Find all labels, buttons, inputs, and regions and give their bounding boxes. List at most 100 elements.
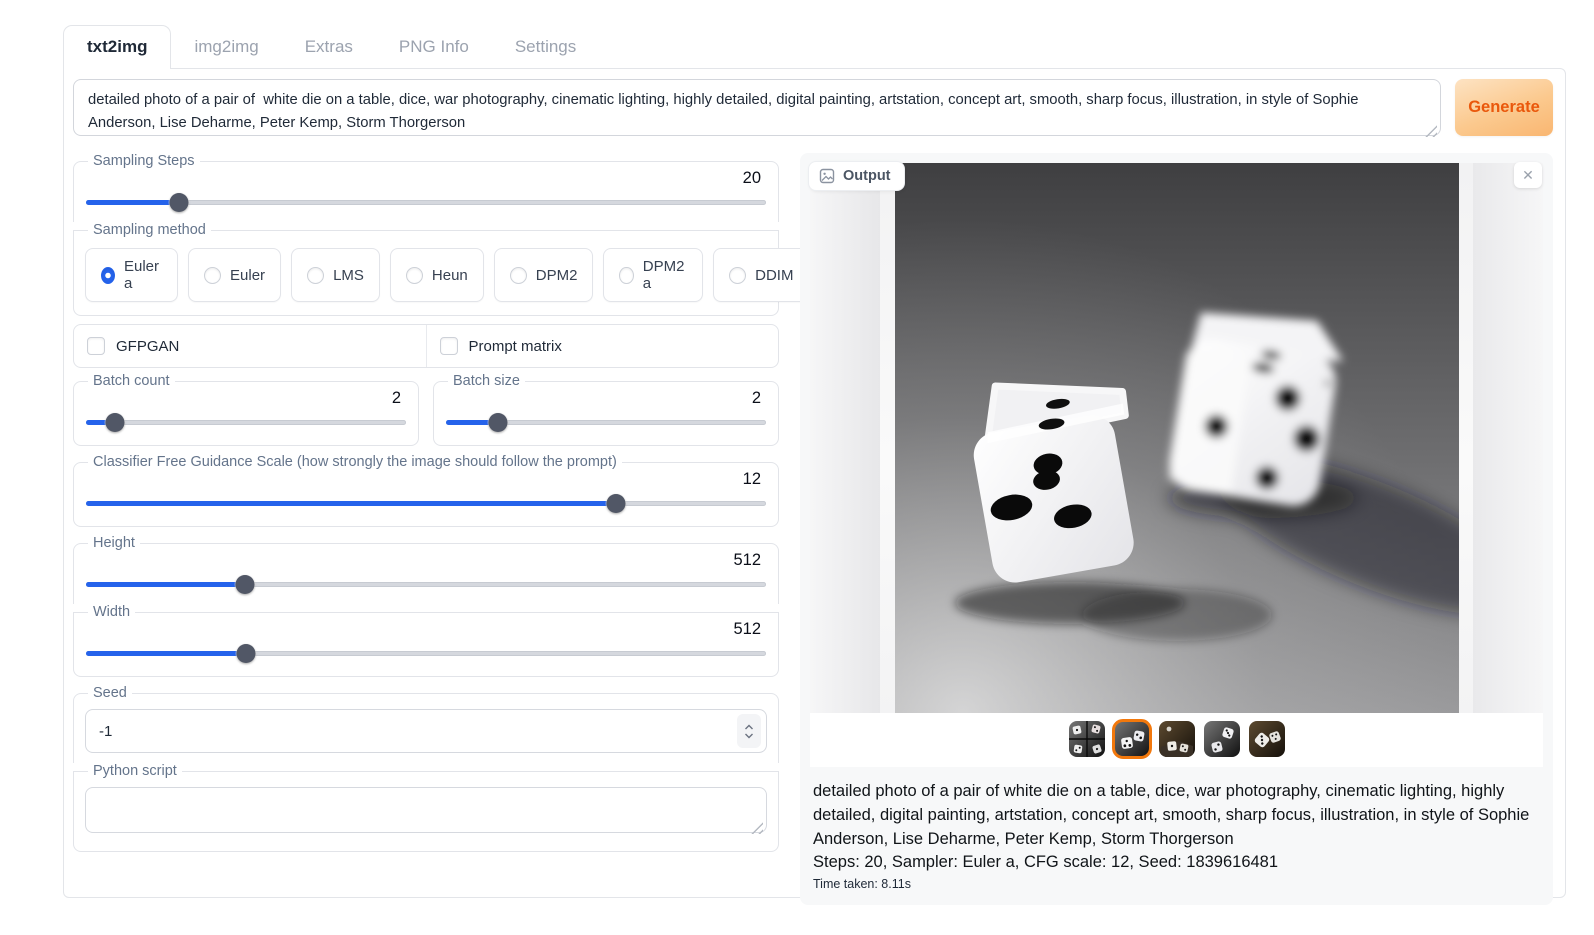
python-script-label: Python script <box>88 763 182 779</box>
slider-knob[interactable] <box>236 644 255 663</box>
sampling-method-options: Euler a Euler LMS <box>85 248 767 302</box>
batch-size-slider[interactable] <box>446 412 766 432</box>
radio-dot-icon <box>204 267 221 284</box>
slider-knob[interactable] <box>489 413 508 432</box>
seed-input[interactable] <box>85 709 767 753</box>
radio-dot-icon <box>406 267 423 284</box>
cfg-label: Classifier Free Guidance Scale (how stro… <box>88 454 622 470</box>
radio-dot-icon <box>307 267 324 284</box>
radio-lms[interactable]: LMS <box>291 248 380 302</box>
image-icon <box>819 168 835 184</box>
options-group: GFPGAN Prompt matrix Batch count 2 <box>73 324 779 446</box>
image-stage <box>810 163 1543 713</box>
width-label: Width <box>88 604 135 620</box>
prompt-input[interactable]: detailed photo of a pair of white die on… <box>73 79 1441 136</box>
radio-label: Euler a <box>124 258 162 292</box>
thumbnail-2-selected[interactable] <box>1114 721 1150 757</box>
radio-dpm2-a[interactable]: DPM2 a <box>603 248 703 302</box>
prompt-matrix-checkbox[interactable] <box>440 337 458 355</box>
top-tab-bar: txt2img img2img Extras PNG Info Settings <box>63 25 1594 68</box>
gfpgan-checkbox[interactable] <box>87 337 105 355</box>
thumbnail-3[interactable] <box>1159 721 1195 757</box>
slider-knob[interactable] <box>170 193 189 212</box>
height-fieldset: Height 512 <box>73 535 779 604</box>
sampling-steps-slider[interactable] <box>86 192 766 212</box>
slider-knob[interactable] <box>236 575 255 594</box>
caption-time-text: Time taken: 8.11s <box>813 877 1540 891</box>
thumbnail-1[interactable] <box>1069 721 1105 757</box>
radio-dpm2[interactable]: DPM2 <box>494 248 594 302</box>
output-column: Output ✕ <box>800 153 1553 905</box>
slider-fill <box>86 200 179 205</box>
slider-track[interactable] <box>86 420 406 425</box>
caption-params-text: Steps: 20, Sampler: Euler a, CFG scale: … <box>813 853 1540 872</box>
prompt-matrix-checkbox-cell[interactable]: Prompt matrix <box>427 325 779 367</box>
prompt-row: detailed photo of a pair of white die on… <box>73 79 1553 141</box>
slider-knob[interactable] <box>607 494 626 513</box>
radio-label: Heun <box>432 267 468 284</box>
chevron-up-icon[interactable] <box>744 724 754 731</box>
dimensions-group: Height 512 Width 512 <box>73 535 779 677</box>
settings-column: Sampling Steps 20 Sampling method <box>73 153 779 905</box>
radio-label: DPM2 a <box>643 258 687 292</box>
seed-stepper[interactable] <box>737 714 761 748</box>
radio-euler[interactable]: Euler <box>188 248 281 302</box>
main-container: detailed photo of a pair of white die on… <box>63 68 1566 898</box>
width-value: 512 <box>85 620 767 639</box>
sampling-steps-value: 20 <box>85 169 767 188</box>
generate-button[interactable]: Generate <box>1455 79 1553 136</box>
sampling-steps-fieldset: Sampling Steps 20 <box>73 153 779 222</box>
output-tab-label: Output <box>843 168 891 184</box>
generated-image[interactable] <box>895 163 1459 713</box>
left-die <box>968 381 1138 587</box>
stage-left-fade <box>810 163 880 713</box>
thumbnail-5[interactable] <box>1249 721 1285 757</box>
app-page: txt2img img2img Extras PNG Info Settings… <box>0 0 1594 898</box>
python-script-input[interactable] <box>85 787 767 833</box>
seed-script-group: Seed <box>73 685 779 852</box>
slider-fill <box>86 651 246 656</box>
height-slider[interactable] <box>86 574 766 594</box>
cfg-fieldset: Classifier Free Guidance Scale (how stro… <box>73 454 779 527</box>
radio-label: DDIM <box>755 267 793 284</box>
radio-label: LMS <box>333 267 364 284</box>
tab-txt2img[interactable]: txt2img <box>63 25 171 69</box>
width-fieldset: Width 512 <box>73 604 779 677</box>
gfpgan-label: GFPGAN <box>116 338 179 355</box>
cfg-slider[interactable] <box>86 493 766 513</box>
radio-dot-icon <box>101 267 115 284</box>
seed-label: Seed <box>88 685 132 701</box>
radio-euler-a[interactable]: Euler a <box>85 248 178 302</box>
generation-info: detailed photo of a pair of white die on… <box>810 767 1543 891</box>
tab-settings[interactable]: Settings <box>492 26 599 68</box>
batch-size-fieldset: Batch size 2 <box>433 373 779 446</box>
caption-prompt-text: detailed photo of a pair of white die on… <box>813 780 1540 851</box>
radio-ddim[interactable]: DDIM <box>713 248 809 302</box>
tab-img2img[interactable]: img2img <box>171 26 281 68</box>
tab-png-info[interactable]: PNG Info <box>376 26 492 68</box>
thumbnail-4[interactable] <box>1204 721 1240 757</box>
radio-dot-icon <box>510 267 527 284</box>
sampling-method-label: Sampling method <box>88 222 211 238</box>
batch-count-value: 2 <box>85 389 407 408</box>
chevron-down-icon[interactable] <box>744 732 754 739</box>
content-columns: Sampling Steps 20 Sampling method <box>73 153 1553 905</box>
close-gallery-button[interactable]: ✕ <box>1514 162 1542 188</box>
radio-label: Euler <box>230 267 265 284</box>
radio-heun[interactable]: Heun <box>390 248 484 302</box>
prompt-box: detailed photo of a pair of white die on… <box>73 79 1441 141</box>
slider-fill <box>86 582 245 587</box>
tab-extras[interactable]: Extras <box>282 26 376 68</box>
batch-count-slider[interactable] <box>86 412 406 432</box>
gfpgan-checkbox-cell[interactable]: GFPGAN <box>74 325 427 367</box>
width-slider[interactable] <box>86 643 766 663</box>
slider-knob[interactable] <box>105 413 124 432</box>
batch-size-label: Batch size <box>448 373 525 389</box>
python-script-fieldset: Python script <box>73 763 779 852</box>
height-value: 512 <box>85 551 767 570</box>
batch-row: Batch count 2 Batch size 2 <box>73 373 779 446</box>
seed-fieldset: Seed <box>73 685 779 763</box>
checkbox-row: GFPGAN Prompt matrix <box>73 324 779 368</box>
batch-size-value: 2 <box>445 389 767 408</box>
output-tab[interactable]: Output <box>808 161 905 191</box>
